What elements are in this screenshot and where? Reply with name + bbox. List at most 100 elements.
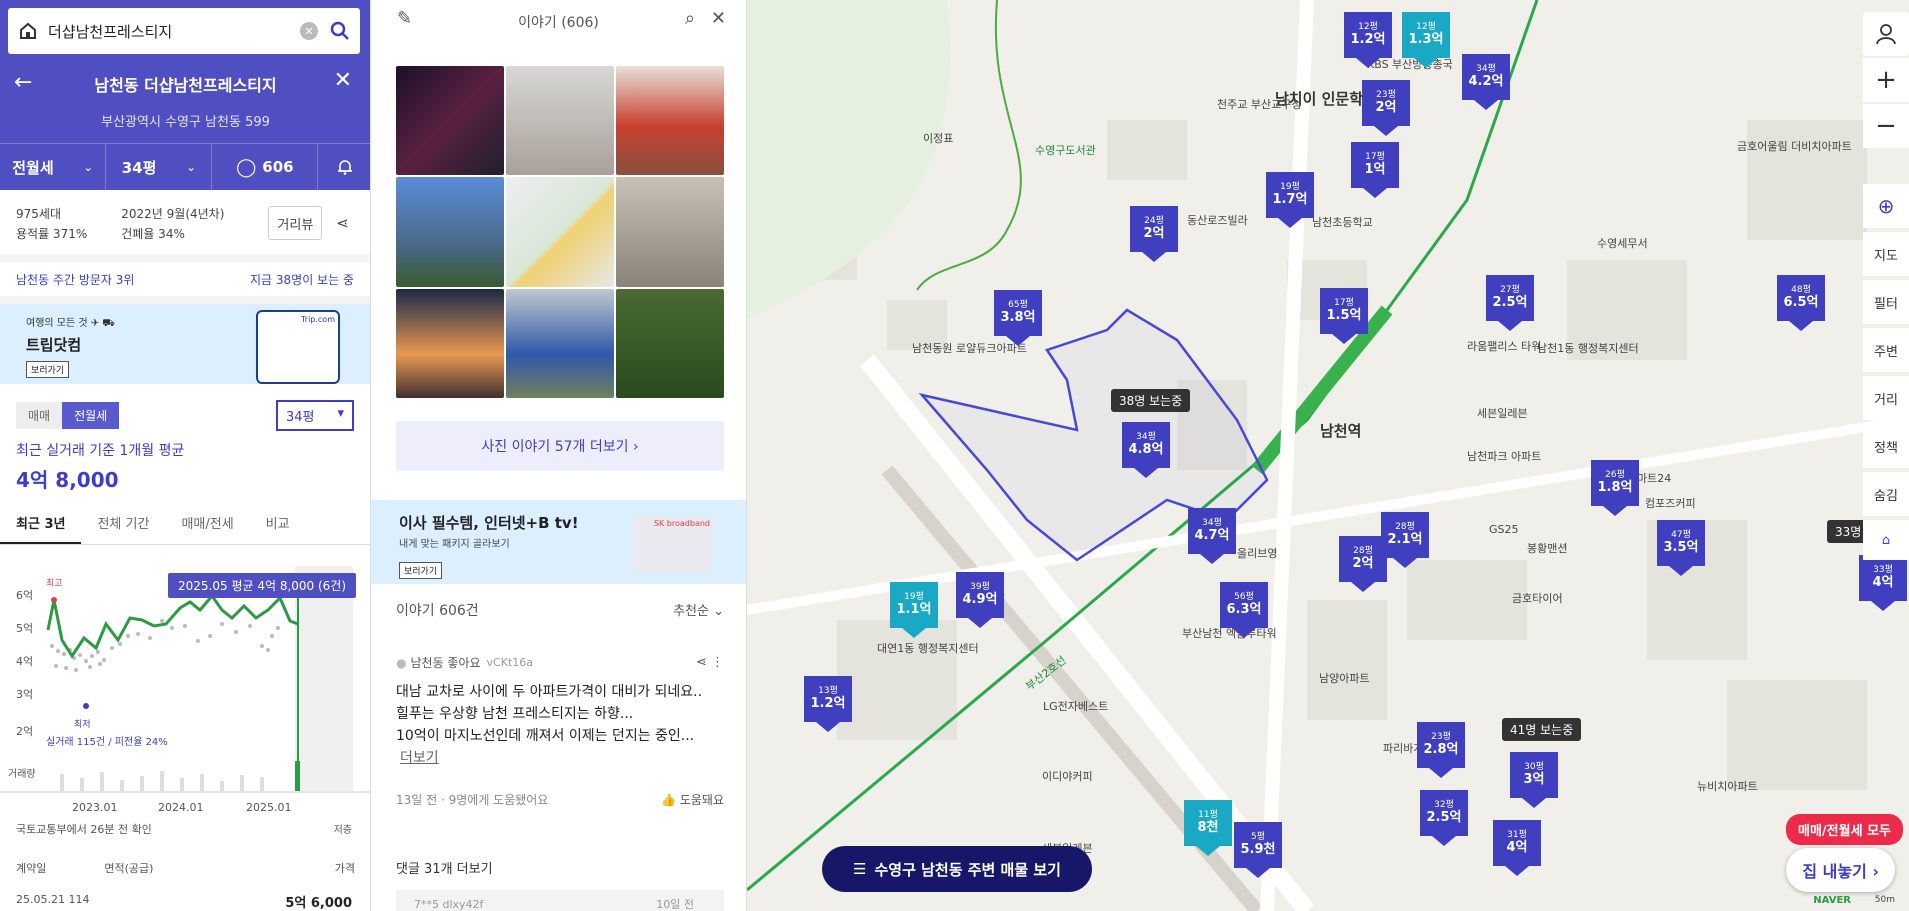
deal-type-select[interactable]: 전월세 ⌄: [0, 144, 107, 190]
share-icon[interactable]: ⋖ ⋮: [696, 655, 724, 670]
list-home-button[interactable]: 집 내놓기 ›: [1786, 848, 1895, 892]
chart-area-select[interactable]: 34평 ▾: [276, 400, 354, 431]
clear-icon[interactable]: ✕: [300, 22, 318, 40]
price-marker[interactable]: 24평 2억: [1129, 206, 1179, 264]
post-author-id: vCKt16a: [486, 656, 534, 669]
zoom-out-button[interactable]: −: [1863, 104, 1909, 148]
price-marker[interactable]: 34평 4.7억: [1187, 508, 1237, 566]
price-marker[interactable]: 56평 6.3억: [1219, 582, 1269, 640]
side-nearby[interactable]: 주변: [1863, 328, 1909, 372]
price-marker[interactable]: 17평 1.5억: [1319, 288, 1369, 346]
price-marker[interactable]: 17평 1억: [1350, 142, 1400, 200]
photo-market[interactable]: [506, 288, 614, 398]
map-label-16: 이정표: [923, 132, 954, 145]
notification-button[interactable]: [318, 144, 370, 190]
photo-fireworks[interactable]: [396, 66, 504, 176]
comments-button[interactable]: ◯ 606: [212, 144, 319, 190]
price-marker[interactable]: 32평 2.5억: [1419, 790, 1469, 848]
ad2-go-button[interactable]: 보러가기: [399, 562, 443, 579]
price-marker[interactable]: 26평 1.8억: [1590, 460, 1640, 518]
zoom-in-button[interactable]: +: [1863, 58, 1909, 102]
tab-compare[interactable]: 비교: [250, 503, 306, 544]
price-marker[interactable]: 33평 4억: [1858, 555, 1908, 613]
chart-area-label: 34평: [286, 410, 315, 425]
side-policy[interactable]: 정책: [1863, 424, 1909, 468]
price-marker[interactable]: 30평 3억: [1509, 752, 1559, 810]
price-marker[interactable]: 47평 3.5억: [1656, 520, 1706, 578]
locate-button[interactable]: ⊕: [1863, 184, 1909, 228]
seg-sale[interactable]: 매매: [16, 402, 63, 429]
side-distance[interactable]: 거리: [1863, 376, 1909, 420]
map-view[interactable]: 남치이 인문학거리 KBS 부산방송총국 천주교 부산교구청 동산로즈빌라 남천…: [747, 0, 1909, 911]
price-marker[interactable]: 34평 4.8억: [1121, 422, 1171, 480]
search-icon[interactable]: ⌕: [685, 8, 695, 29]
street-view-button[interactable]: 거리뷰: [268, 206, 323, 240]
photo-sunset[interactable]: [396, 288, 504, 398]
price-marker[interactable]: 27평 2.5억: [1485, 275, 1535, 333]
price-marker[interactable]: 13평 1.2억: [803, 676, 853, 734]
helpful-button[interactable]: 👍 도움돼요: [661, 791, 724, 808]
area-select[interactable]: 34평 ⌄: [106, 144, 213, 190]
map-label-12: 수영세무서: [1597, 237, 1648, 250]
price-marker[interactable]: 5평 5.9천: [1233, 822, 1283, 880]
photo-map[interactable]: [506, 177, 614, 287]
price-marker[interactable]: 28평 2.1억: [1380, 512, 1430, 570]
close-icon[interactable]: ✕: [711, 8, 726, 29]
more-photos-button[interactable]: 사진 이야기 57개 더보기 ›: [396, 421, 724, 471]
search-box[interactable]: 더샵남천프레스티지 ✕: [8, 8, 360, 54]
price-marker[interactable]: 48평 6.5억: [1776, 275, 1826, 333]
visitor-row[interactable]: 남천동 주간 방문자 3위 지금 38명이 보는 중: [0, 262, 370, 304]
price-marker[interactable]: 65평 3.8억: [993, 290, 1043, 348]
side-map[interactable]: 지도: [1863, 232, 1909, 276]
col-area: 면적(공급): [104, 862, 154, 875]
close-icon[interactable]: ✕: [334, 68, 352, 93]
map-label-26: 뉴비치아파트: [1697, 780, 1758, 793]
price-marker[interactable]: 19평 1.1억: [889, 582, 939, 640]
nearby-listings-button[interactable]: ☰ 수영구 남천동 주변 매물 보기: [822, 846, 1092, 892]
post-more-link[interactable]: 더보기: [400, 747, 724, 769]
crosshair-icon: ⊕: [1877, 194, 1895, 218]
search-icon[interactable]: [330, 21, 350, 41]
price-marker[interactable]: 12평 1.2억: [1343, 12, 1393, 70]
price-marker[interactable]: 23평 2.8억: [1416, 722, 1466, 780]
search-input[interactable]: 더샵남천프레스티지: [48, 21, 300, 42]
share-icon[interactable]: ⋖: [336, 214, 349, 240]
tab-all-period[interactable]: 전체 기간: [81, 503, 165, 544]
more-comments-button[interactable]: 댓글 31개 더보기: [396, 858, 493, 877]
side-complex-toggle[interactable]: ⌂: [1863, 520, 1909, 560]
viewing-now[interactable]: 지금 38명이 보는 중: [250, 271, 354, 288]
side-filter[interactable]: 필터: [1863, 280, 1909, 324]
seg-rent[interactable]: 전월세: [62, 402, 120, 429]
story-post[interactable]: ● 남천동 좋아요 vCKt16a ⋖ ⋮ 대남 교차로 사이에 두 아파트가격…: [396, 654, 724, 808]
price-marker[interactable]: 11평 8천: [1183, 800, 1233, 858]
tab-sale-jeonse[interactable]: 매매/전세: [165, 503, 249, 544]
photo-lobby[interactable]: [506, 66, 614, 176]
sort-label: 추천순: [673, 604, 709, 619]
trip-ad-banner[interactable]: 여행의 모든 것 ✈ ⛟ 트립닷컴 보러가기 Trip.com: [0, 304, 370, 384]
deal-filter-badge[interactable]: 매매/전월세 모두: [1786, 814, 1903, 845]
side-hide[interactable]: 숨김: [1863, 472, 1909, 516]
pencil-icon[interactable]: ✎: [397, 8, 412, 29]
photo-tower[interactable]: [396, 177, 504, 287]
tab-recent-3y[interactable]: 최근 3년: [0, 503, 82, 544]
price-marker[interactable]: 19평 1.7억: [1265, 172, 1315, 230]
price-chart[interactable]: 6억 5억 4억 3억 2억 최고 최저 실거래 115건 / 피전율 24% …: [0, 566, 371, 816]
user-icon: [1876, 24, 1896, 45]
home-icon: [20, 22, 36, 39]
price-marker[interactable]: 12평 1.3억: [1401, 12, 1451, 70]
min-label: 최저: [74, 719, 91, 730]
broadband-ad-banner[interactable]: 이사 필수템, 인터넷+B tv! 내게 맞는 패키지 골라보기 보러가기 SK…: [371, 500, 746, 584]
price-marker[interactable]: 39평 4.9억: [955, 572, 1005, 630]
list-icon: ☰: [853, 860, 867, 878]
photo-event[interactable]: [616, 66, 724, 176]
price-marker[interactable]: 23평 2억: [1361, 80, 1411, 138]
price-marker[interactable]: 31평 4억: [1492, 820, 1542, 878]
y-tick-5: 5억: [16, 622, 33, 635]
story-actions: ⌕ ✕: [685, 8, 726, 29]
sort-select[interactable]: 추천순 ⌄: [673, 600, 724, 620]
ad-go-button[interactable]: 보러가기: [26, 361, 70, 378]
photo-trees[interactable]: [616, 288, 724, 398]
profile-button[interactable]: [1863, 12, 1909, 56]
price-marker[interactable]: 34평 4.2억: [1461, 54, 1511, 112]
photo-interior[interactable]: [616, 177, 724, 287]
